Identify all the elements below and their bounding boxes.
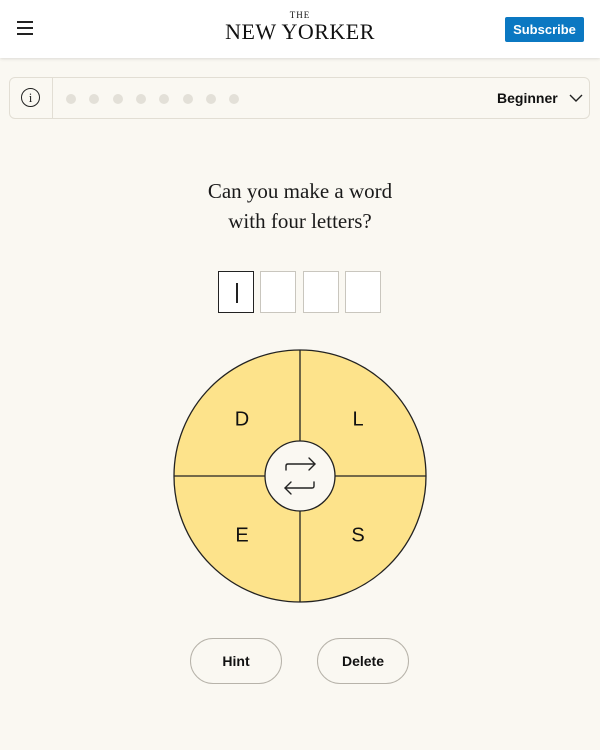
answer-slot[interactable] — [344, 271, 381, 313]
subscribe-button[interactable]: Subscribe — [505, 17, 584, 42]
progress-dot — [159, 94, 170, 104]
letter-label: L — [352, 408, 363, 430]
answer-slot[interactable] — [260, 271, 297, 313]
level-dropdown[interactable]: Beginner — [490, 78, 590, 118]
progress-dot — [66, 94, 76, 104]
letter-wheel: D L E S — [173, 349, 427, 603]
prompt-line-2: with four letters? — [228, 209, 372, 233]
progress-dot — [182, 94, 193, 104]
letter-label: D — [235, 408, 249, 430]
chevron-down-icon — [569, 94, 583, 102]
answer-slot[interactable] — [218, 271, 254, 313]
info-button[interactable]: i — [10, 78, 53, 118]
delete-button[interactable]: Delete — [317, 638, 409, 684]
letter-label: E — [235, 524, 248, 546]
level-label: Beginner — [497, 90, 558, 106]
progress-dot — [229, 94, 240, 104]
progress-dot — [205, 94, 216, 104]
letter-label: S — [351, 524, 364, 546]
progress-dot — [89, 94, 100, 104]
shuffle-button[interactable] — [264, 440, 336, 512]
puzzle-prompt: Can you make a word with four letters? — [0, 176, 600, 236]
top-navigation-bar: THE NEW YORKER Subscribe — [0, 0, 600, 58]
text-caret — [236, 283, 238, 303]
info-icon: i — [21, 88, 40, 107]
answer-slot[interactable] — [302, 271, 339, 313]
prompt-line-1: Can you make a word — [207, 179, 393, 203]
game-toolbar: i Beginner — [9, 77, 590, 119]
hint-button[interactable]: Hint — [190, 638, 282, 684]
progress-dot — [135, 94, 146, 104]
progress-dot — [112, 94, 123, 104]
